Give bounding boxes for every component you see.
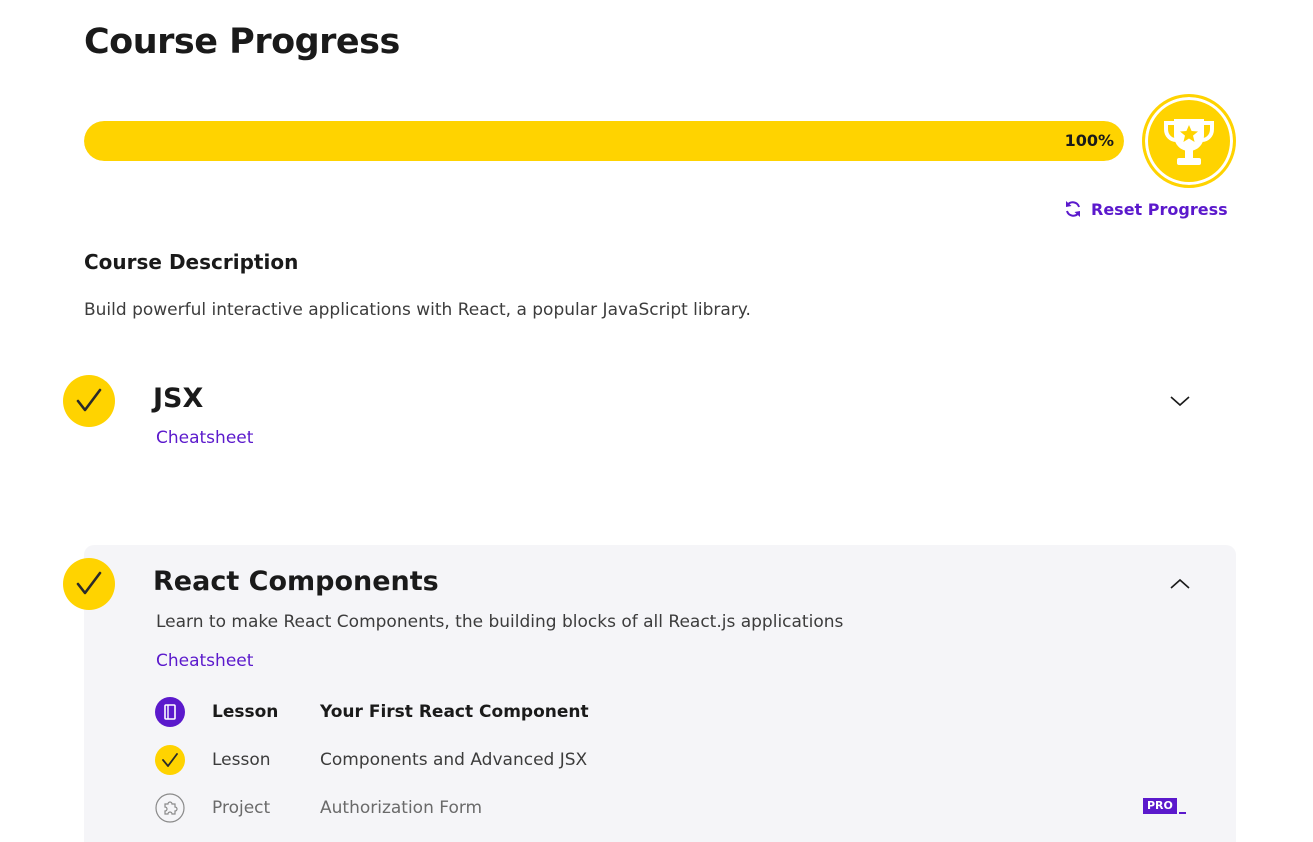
chevron-up-icon[interactable] xyxy=(1168,572,1192,596)
progress-label: 100% xyxy=(1064,131,1114,150)
check-icon xyxy=(76,388,102,412)
trophy-badge xyxy=(1142,94,1236,188)
module-title-jsx[interactable]: JSX xyxy=(153,383,203,414)
check-icon xyxy=(76,571,102,595)
lesson-name: Authorization Form xyxy=(320,798,483,818)
module-complete-check xyxy=(63,375,115,427)
book-icon xyxy=(155,697,185,727)
trophy-icon xyxy=(1164,119,1214,165)
lesson-type: Project xyxy=(212,798,271,818)
pro-badge-label: PRO xyxy=(1143,798,1177,814)
lesson-name: Your First React Component xyxy=(320,702,589,722)
lesson-item[interactable]: Project Authorization Form xyxy=(155,792,1155,824)
reset-progress-button[interactable]: Reset Progress xyxy=(1063,199,1228,219)
cheatsheet-link-react-components[interactable]: Cheatsheet xyxy=(156,651,253,671)
pro-badge-cursor xyxy=(1178,812,1186,814)
cheatsheet-link-jsx[interactable]: Cheatsheet xyxy=(156,428,253,448)
course-description-heading: Course Description xyxy=(84,250,299,274)
course-progress-page: Course Progress 100% Reset Progress Cour… xyxy=(0,0,1313,842)
check-icon xyxy=(155,745,185,775)
page-title: Course Progress xyxy=(84,22,400,62)
reset-progress-label: Reset Progress xyxy=(1091,199,1228,219)
lesson-item[interactable]: Lesson Your First React Component xyxy=(155,696,1155,728)
course-description-text: Build powerful interactive applications … xyxy=(84,300,751,320)
lesson-name: Components and Advanced JSX xyxy=(320,750,588,770)
pro-badge: PRO xyxy=(1143,798,1186,814)
lesson-type: Lesson xyxy=(212,702,279,722)
puzzle-icon xyxy=(155,793,185,823)
module-complete-check xyxy=(63,558,115,610)
refresh-icon xyxy=(1066,201,1080,217)
lesson-item[interactable]: Lesson Components and Advanced JSX xyxy=(155,744,1155,776)
progress-fill xyxy=(84,121,1124,161)
module-title-react-components[interactable]: React Components xyxy=(153,566,439,597)
chevron-down-icon[interactable] xyxy=(1168,389,1192,413)
progress-bar: 100% xyxy=(84,121,1124,161)
module-description: Learn to make React Components, the buil… xyxy=(156,612,844,632)
lesson-type: Lesson xyxy=(212,750,271,770)
